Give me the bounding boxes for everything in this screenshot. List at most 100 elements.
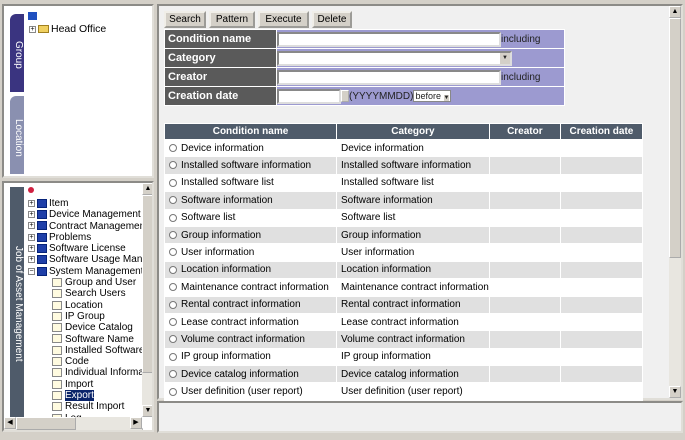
pattern-button[interactable]: Pattern xyxy=(209,11,255,28)
row-radio[interactable] xyxy=(169,178,177,187)
row-radio[interactable] xyxy=(169,370,177,379)
table-row[interactable]: Installed software information Installed … xyxy=(164,156,644,175)
table-row[interactable]: Rental contract information Rental contra… xyxy=(164,295,644,314)
collapse-icon[interactable]: − xyxy=(28,267,35,275)
book-icon xyxy=(37,266,47,276)
main-vertical-scrollbar[interactable]: ▲ ▼ xyxy=(669,6,681,398)
search-form: Condition name including Category ▼ Creato… xyxy=(164,29,565,106)
condition-name-input[interactable] xyxy=(277,31,501,47)
table-row[interactable]: Device catalog information Device catalog… xyxy=(164,365,644,384)
expand-icon[interactable]: + xyxy=(28,256,35,264)
calendar-button[interactable] xyxy=(341,90,349,102)
tree-item[interactable]: + Problems xyxy=(28,232,143,243)
row-radio[interactable] xyxy=(169,231,177,239)
expand-icon[interactable]: + xyxy=(28,233,35,241)
col-condition-name[interactable]: Condition name xyxy=(164,123,337,140)
book-icon xyxy=(37,255,47,265)
tree-subitem[interactable]: Group and User xyxy=(28,277,143,288)
page-icon xyxy=(52,390,62,400)
table-row[interactable]: User information User information xyxy=(164,243,644,262)
expand-icon[interactable]: + xyxy=(28,211,35,219)
tree-subitem[interactable]: Individual Information xyxy=(28,367,143,378)
table-row[interactable]: Software information Software information xyxy=(164,191,644,210)
row-radio[interactable] xyxy=(169,213,177,222)
bottom-panel xyxy=(157,401,683,433)
group-tree-panel: Group Location + Head Office xyxy=(2,4,154,178)
row-radio[interactable] xyxy=(169,248,177,257)
expand-icon[interactable]: + xyxy=(29,25,36,33)
delete-button[interactable]: Delete xyxy=(312,11,352,28)
including-label: including xyxy=(501,71,541,83)
table-row[interactable]: Device information Device information xyxy=(164,138,644,158)
book-icon xyxy=(37,198,47,208)
tree-subitem[interactable]: IP Group xyxy=(28,311,143,322)
dropdown-icon[interactable]: ▼ xyxy=(500,52,510,64)
row-radio[interactable] xyxy=(169,317,177,326)
including-label: including xyxy=(501,33,541,45)
row-radio[interactable] xyxy=(169,161,177,170)
row-radio[interactable] xyxy=(169,352,177,361)
tree-subitem[interactable]: Location xyxy=(28,300,143,311)
category-select[interactable]: ▼ xyxy=(277,50,512,66)
tree-item[interactable]: + Item xyxy=(28,198,143,209)
table-row[interactable]: Installed software list Installed softwar… xyxy=(164,173,644,193)
page-icon xyxy=(52,323,62,333)
tree-subitem[interactable]: Software Name xyxy=(28,334,143,345)
network-icon xyxy=(28,12,37,20)
expand-icon[interactable]: + xyxy=(28,222,35,230)
main-panel: Search Pattern Execute Delete Condition … xyxy=(157,4,683,401)
page-icon xyxy=(52,311,62,321)
page-icon xyxy=(52,345,62,355)
col-category[interactable]: Category xyxy=(336,123,490,140)
col-creator[interactable]: Creator xyxy=(488,123,561,140)
execute-button[interactable]: Execute xyxy=(258,11,309,28)
tree-subitem[interactable]: Search Users xyxy=(28,288,143,299)
table-row[interactable]: Volume contract information Volume contra… xyxy=(164,330,644,349)
tree-subitem[interactable]: Export xyxy=(28,390,143,402)
row-radio[interactable] xyxy=(169,265,177,274)
tree-item-head-office[interactable]: + Head Office xyxy=(29,23,106,35)
table-row[interactable]: Lease contract information Lease contract… xyxy=(164,312,644,332)
tab-group[interactable]: Group xyxy=(10,14,24,92)
row-radio[interactable] xyxy=(169,300,177,309)
table-row[interactable]: IP group information IP group information xyxy=(164,347,644,367)
page-icon xyxy=(52,379,62,389)
condition-name-label: Condition name xyxy=(164,29,277,49)
date-operator-select[interactable]: before ▼ xyxy=(413,90,452,102)
row-radio[interactable] xyxy=(169,283,177,292)
col-creation-date[interactable]: Creation date xyxy=(559,123,644,140)
vertical-scrollbar[interactable]: ▲ ▼ xyxy=(142,183,152,417)
row-radio[interactable] xyxy=(169,144,177,153)
table-row[interactable]: Software list Software list xyxy=(164,208,644,227)
page-icon xyxy=(52,402,62,412)
tree-subitem[interactable]: Import xyxy=(28,379,143,390)
page-icon xyxy=(52,277,62,287)
tree-item[interactable]: + Software License xyxy=(28,243,143,254)
tree-item[interactable]: − System Management xyxy=(28,266,143,277)
creator-input[interactable] xyxy=(277,69,501,85)
tree-item[interactable]: + Contract Management xyxy=(28,221,143,232)
page-icon xyxy=(52,300,62,310)
horizontal-scrollbar[interactable]: ◀ ▶ xyxy=(4,417,142,430)
table-row[interactable]: User definition (user report) User defini… xyxy=(164,382,644,401)
tree-item[interactable]: + Device Management xyxy=(28,209,143,220)
tree-subitem[interactable]: Code xyxy=(28,356,143,367)
tree-item[interactable]: +Software Usage Managem xyxy=(28,254,143,265)
row-radio[interactable] xyxy=(169,196,177,205)
tree-subitem[interactable]: Installed Software xyxy=(28,345,143,356)
table-row[interactable]: Maintenance contract information Maintena… xyxy=(164,278,644,297)
page-icon xyxy=(52,289,62,299)
table-row[interactable]: Location information Location information xyxy=(164,260,644,280)
tree-subitem[interactable]: Device Catalog xyxy=(28,322,143,333)
job-tree-panel: Job of Asset Management + Item + Device Man… xyxy=(2,181,154,432)
expand-icon[interactable]: + xyxy=(28,199,35,207)
row-radio[interactable] xyxy=(169,335,177,344)
row-radio[interactable] xyxy=(169,387,177,396)
tab-job-of-asset-management[interactable]: Job of Asset Management xyxy=(10,187,24,417)
expand-icon[interactable]: + xyxy=(28,245,35,253)
tab-location[interactable]: Location xyxy=(10,96,24,174)
table-row[interactable]: Group information Group information xyxy=(164,225,644,245)
creation-date-input[interactable] xyxy=(277,88,341,104)
tree-subitem[interactable]: Result Import xyxy=(28,401,143,412)
search-button[interactable]: Search xyxy=(164,11,206,28)
